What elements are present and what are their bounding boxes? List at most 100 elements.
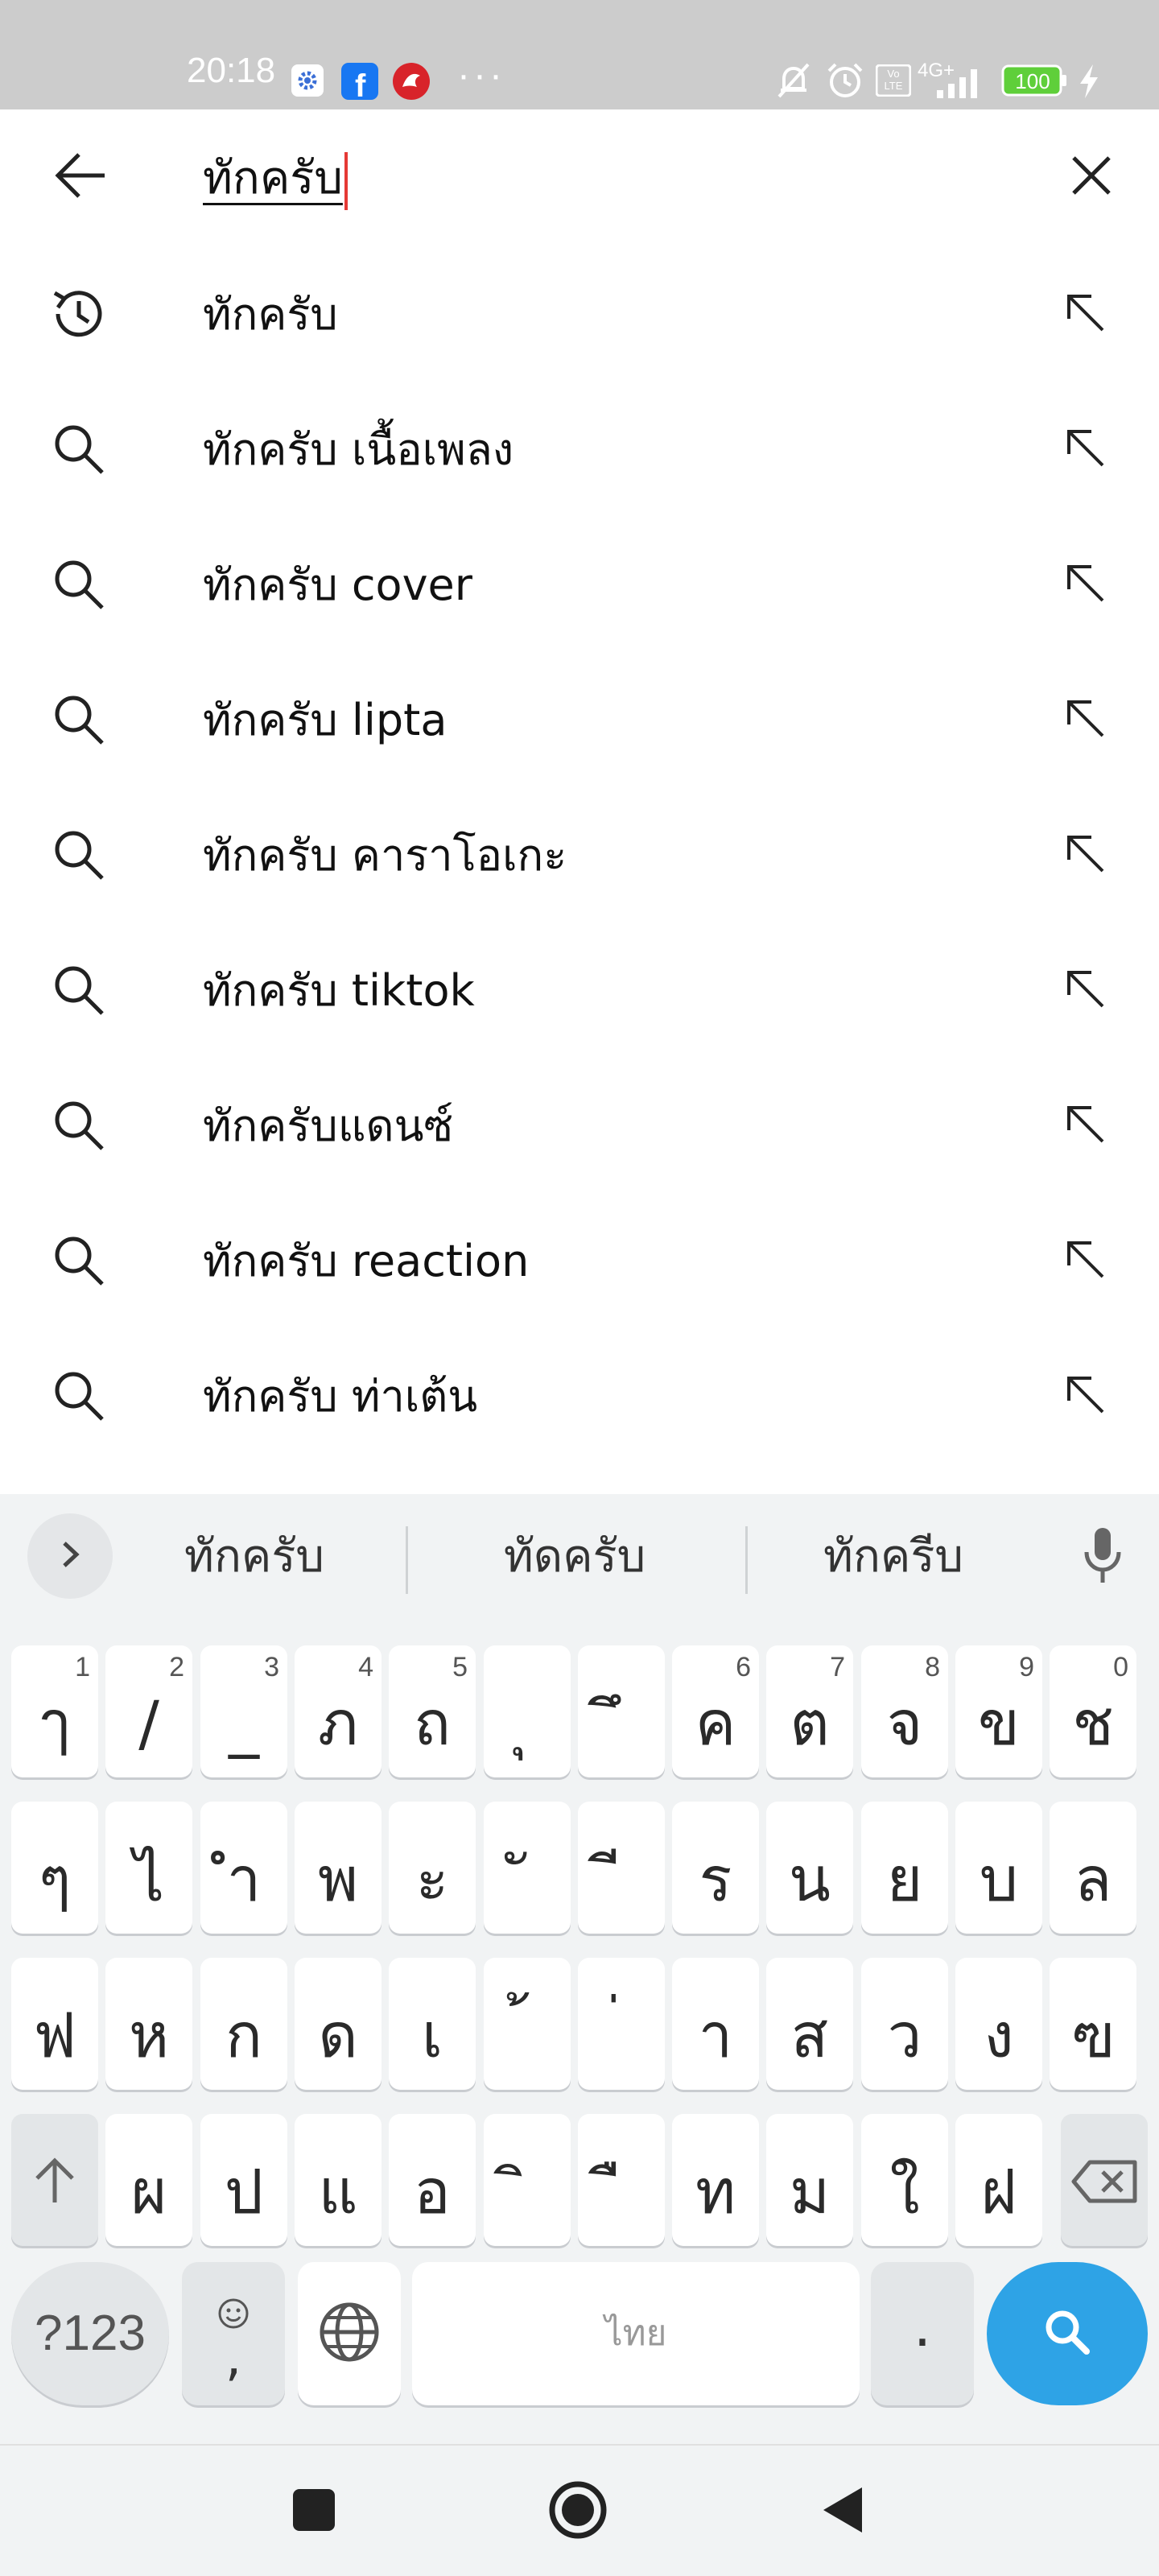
keyboard-key[interactable]: ช0 (1050, 1645, 1136, 1777)
fill-query-button[interactable] (1046, 275, 1124, 353)
keyboard-key[interactable]: ะ (389, 1802, 476, 1934)
keyboard-key[interactable]: ฃ (1050, 1958, 1136, 2090)
keyboard-key[interactable]: ่ (578, 1958, 665, 2090)
fill-query-button[interactable] (1046, 1087, 1124, 1164)
symbols-key[interactable]: ?123 (11, 2262, 169, 2405)
fill-query-button[interactable] (1046, 816, 1124, 894)
fill-query-button[interactable] (1046, 681, 1124, 758)
keyboard-key[interactable]: ด (295, 1958, 382, 2090)
key-label: ึ (578, 1670, 665, 1777)
back-nav-button[interactable] (800, 2470, 884, 2553)
keyboard-word-suggestion[interactable]: ทักครับ (101, 1513, 407, 1600)
keyboard-key[interactable]: อ (389, 2114, 476, 2246)
suggestion-item[interactable]: ทักครับ เนื้อเพลง (0, 383, 1159, 518)
key-label: อ (414, 2156, 451, 2227)
keyboard-key[interactable]: ถ5 (389, 1645, 476, 1777)
search-icon (45, 1092, 113, 1159)
clear-search-button[interactable] (1056, 142, 1127, 213)
keyboard-key[interactable]: ึ (578, 1645, 665, 1777)
fill-query-button[interactable] (1046, 546, 1124, 623)
keyboard-key[interactable]: ป (200, 2114, 287, 2246)
fill-query-button[interactable] (1046, 1357, 1124, 1435)
suggestion-item[interactable]: ทักครับแดนซ์ (0, 1059, 1159, 1195)
keyboard-key[interactable]: า (672, 1958, 759, 2090)
suggestion-text: ทักครับ คาราโอเกะ (203, 830, 567, 881)
facebook-icon: f (341, 63, 378, 104)
keyboard-word-suggestion[interactable]: ทักครีบ (740, 1513, 1046, 1600)
back-button[interactable] (45, 142, 116, 213)
key-label: ถ (413, 1687, 451, 1759)
key-label: ุ (484, 1670, 571, 1777)
fill-query-button[interactable] (1046, 411, 1124, 488)
navigation-bar (0, 2444, 1159, 2576)
language-switch-key[interactable] (298, 2262, 401, 2405)
keyboard-key[interactable]: ง (955, 1958, 1042, 2090)
home-button[interactable] (536, 2470, 620, 2553)
suggestion-item[interactable]: ทักครับ lipta (0, 654, 1159, 789)
keyboard-key[interactable]: ล (1050, 1802, 1136, 1934)
history-icon (45, 280, 113, 348)
recents-button[interactable] (272, 2470, 356, 2553)
keyboard-key[interactable]: บ (955, 1802, 1042, 1934)
keyboard-key[interactable]: ไ (105, 1802, 192, 1934)
keyboard-key[interactable]: ส (766, 1958, 853, 2090)
keyboard-key[interactable]: ค6 (672, 1645, 759, 1777)
keyboard-key[interactable]: ๆ (11, 1802, 98, 1934)
search-icon (1041, 2306, 1093, 2361)
keyboard-key[interactable]: ต7 (766, 1645, 853, 1777)
keyboard-suggestion-bar: ทักครับ ทัดครับ ทักครีบ (0, 1494, 1159, 1623)
keyboard-key[interactable]: ข9 (955, 1645, 1042, 1777)
suggestion-item[interactable]: ทักครับ reaction (0, 1195, 1159, 1330)
keyboard-key[interactable]: ื (578, 2114, 665, 2246)
keyboard-key[interactable]: ้ (484, 1958, 571, 2090)
key-hint: 3 (264, 1652, 279, 1682)
keyboard-key[interactable]: ร (672, 1802, 759, 1934)
keyboard-key[interactable]: _ 3 (200, 1645, 287, 1777)
keyboard-key[interactable]: ย (861, 1802, 948, 1934)
suggestion-item[interactable]: ทักครับ (0, 248, 1159, 383)
period-key[interactable]: . (871, 2262, 974, 2405)
suggestion-item[interactable]: ทักครับ ท่าเต้น (0, 1330, 1159, 1465)
keyboard-key[interactable]: ผ (105, 2114, 192, 2246)
keyboard-key[interactable]: ใ (861, 2114, 948, 2246)
keyboard-key[interactable]: เ (389, 1958, 476, 2090)
keyboard-key[interactable]: ก (200, 1958, 287, 2090)
keyboard-key[interactable]: ำ (200, 1802, 287, 1934)
keyboard-key[interactable]: ม (766, 2114, 853, 2246)
keyboard-expand-button[interactable] (27, 1513, 113, 1599)
backspace-key[interactable] (1061, 2114, 1148, 2246)
keyboard-key[interactable]: ฝ (955, 2114, 1042, 2246)
search-key[interactable] (987, 2262, 1148, 2405)
emoji-comma-key[interactable]: , (182, 2262, 285, 2405)
keyboard-key[interactable]: ฟ (11, 1958, 98, 2090)
keyboard-key[interactable]: ุ (484, 1645, 571, 1777)
keyboard-key[interactable]: ว (861, 1958, 948, 2090)
keyboard-key[interactable]: น (766, 1802, 853, 1934)
shift-key[interactable] (11, 2114, 98, 2246)
space-key[interactable]: ไทย (412, 2262, 860, 2405)
keyboard-word-suggestion[interactable]: ทัดครับ (422, 1513, 728, 1600)
fill-query-button[interactable] (1046, 1222, 1124, 1299)
keyboard-key[interactable]: แ (295, 2114, 382, 2246)
keyboard-key[interactable]: ั (484, 1802, 571, 1934)
keyboard-key[interactable]: ท (672, 2114, 759, 2246)
keyboard-key[interactable]: จ8 (861, 1645, 948, 1777)
keyboard-key[interactable]: พ (295, 1802, 382, 1934)
key-label: ฃ (1071, 2000, 1115, 2071)
key-hint: 8 (925, 1652, 940, 1682)
keyboard-key[interactable]: /2 (105, 1645, 192, 1777)
arrow-up-left-icon (1062, 831, 1107, 879)
keyboard-key[interactable]: ภ4 (295, 1645, 382, 1777)
keyboard-key[interactable]: ห (105, 1958, 192, 2090)
suggestion-item[interactable]: ทักครับ cover (0, 518, 1159, 654)
search-input[interactable]: ทักครับ (203, 143, 1008, 214)
voice-input-button[interactable] (1070, 1518, 1135, 1596)
key-label: ะ (415, 1843, 449, 1915)
key-label: เ (422, 2000, 443, 2071)
suggestion-item[interactable]: ทักครับ คาราโอเกะ (0, 789, 1159, 924)
keyboard-key[interactable]: ิ (484, 2114, 571, 2246)
keyboard-key[interactable]: ๅ1 (11, 1645, 98, 1777)
fill-query-button[interactable] (1046, 952, 1124, 1029)
suggestion-item[interactable]: ทักครับ tiktok (0, 924, 1159, 1059)
keyboard-key[interactable]: ี (578, 1802, 665, 1934)
